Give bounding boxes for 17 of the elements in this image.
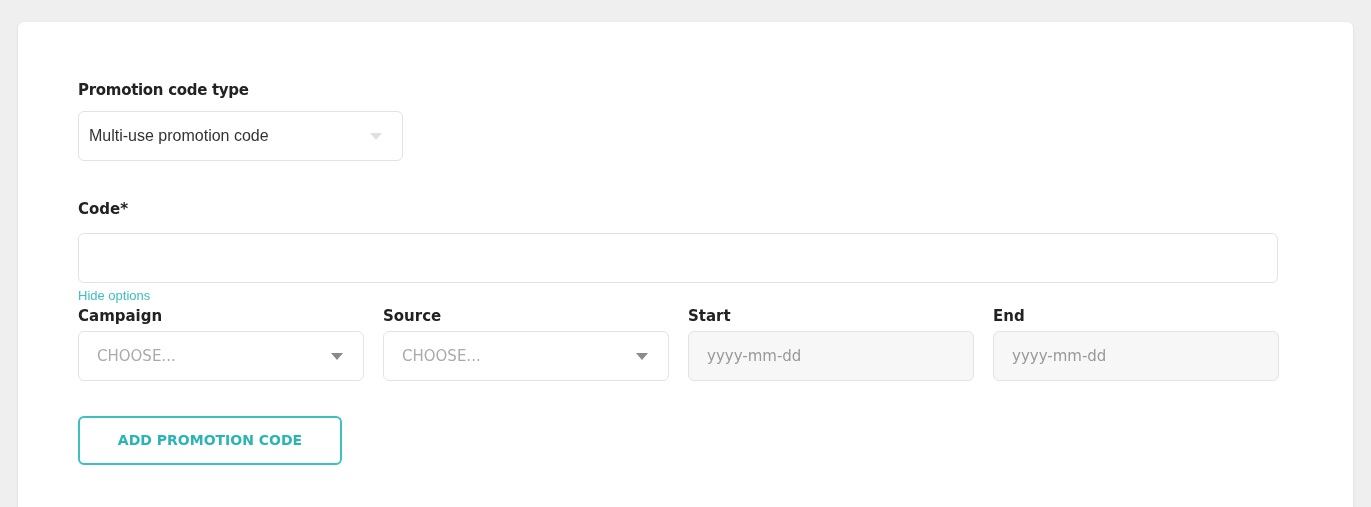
field-label: Start (688, 306, 732, 326)
date-field[interactable]: yyyy-mm-dd (688, 331, 974, 381)
field-label: Code* (78, 199, 130, 219)
field-label: Campaign (78, 306, 164, 326)
select-field[interactable]: CHOOSE... (383, 331, 669, 381)
field-label: Source (383, 306, 443, 326)
caret-icon (636, 352, 648, 360)
select-field[interactable]: CHOOSE... (78, 331, 364, 381)
add-promotion-code-button[interactable]: ADD PROMOTION CODE (78, 416, 342, 465)
field-label: Promotion code type (78, 80, 250, 100)
type-select[interactable]: Multi-use promotion code (78, 111, 403, 161)
date-field[interactable]: yyyy-mm-dd (993, 331, 1279, 381)
field-label: End (993, 306, 1026, 326)
caret-icon (370, 132, 382, 140)
hide-options-link[interactable]: Hide options (78, 288, 151, 304)
caret-icon (331, 352, 343, 360)
code-input[interactable] (78, 233, 1278, 283)
